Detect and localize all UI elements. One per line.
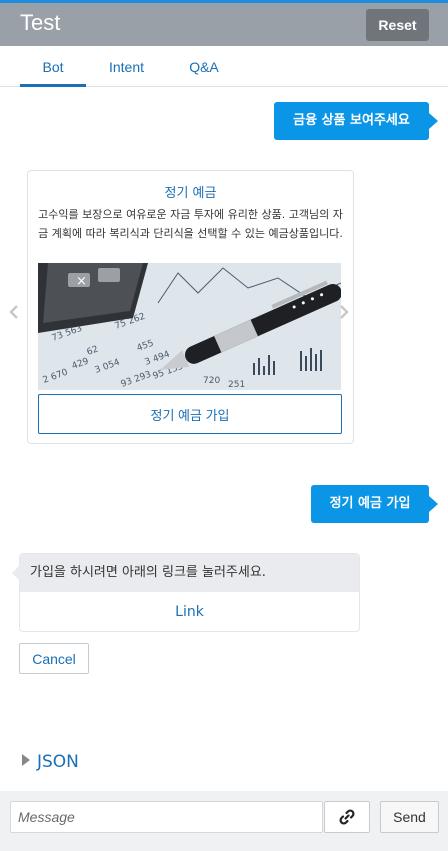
svg-text:251: 251 (228, 380, 245, 390)
triangle-right-icon (22, 754, 30, 766)
bot-message-link[interactable]: Link (20, 592, 359, 631)
app-title: Test (20, 10, 61, 35)
attach-link-button[interactable] (324, 801, 370, 833)
header-bar: Test Reset (0, 0, 448, 46)
chat-area[interactable]: 금융 상품 보여주세요 정기 예금 고수익를 보장으로 여유로운 자금 투자에 … (0, 87, 448, 791)
tab-bot[interactable]: Bot (20, 46, 86, 87)
product-card: 정기 예금 고수익를 보장으로 여유로운 자금 투자에 유리한 상품. 고객님의… (27, 170, 354, 444)
bot-message: 가입을 하시려면 아래의 링크를 눌러주세요. Link (12, 553, 360, 632)
bubble-tail (12, 565, 20, 581)
composer-bar: Send (0, 791, 448, 851)
card-image: 73 563 62 429 3 054 75 262 455 3 494 95 … (38, 263, 341, 390)
user-message: 정기 예금 가입 (311, 485, 438, 523)
cancel-button[interactable]: Cancel (19, 643, 89, 674)
bot-message-text: 가입을 하시려면 아래의 링크를 눌러주세요. (20, 554, 359, 592)
link-icon (339, 809, 355, 825)
svg-text:×: × (76, 274, 87, 289)
tab-qa[interactable]: Q&A (176, 46, 232, 87)
tab-bar: Bot Intent Q&A (0, 46, 448, 87)
reset-button[interactable]: Reset (366, 9, 429, 41)
carousel-prev-icon[interactable] (8, 304, 20, 320)
json-toggle-label: JSON (37, 752, 79, 772)
send-button[interactable]: Send (380, 801, 439, 833)
card-description: 고수익를 보장으로 여유로운 자금 투자에 유리한 상품. 고객님의 자금 계획… (38, 208, 343, 240)
card-action-button[interactable]: 정기 예금 가입 (38, 394, 342, 434)
carousel-next-icon[interactable] (338, 304, 350, 320)
json-toggle[interactable]: JSON (22, 752, 79, 772)
svg-text:720: 720 (203, 376, 220, 386)
message-input[interactable] (10, 801, 323, 833)
user-message: 금융 상품 보여주세요 (274, 102, 438, 140)
tab-intent[interactable]: Intent (96, 46, 157, 87)
card-title: 정기 예금 (164, 186, 217, 201)
